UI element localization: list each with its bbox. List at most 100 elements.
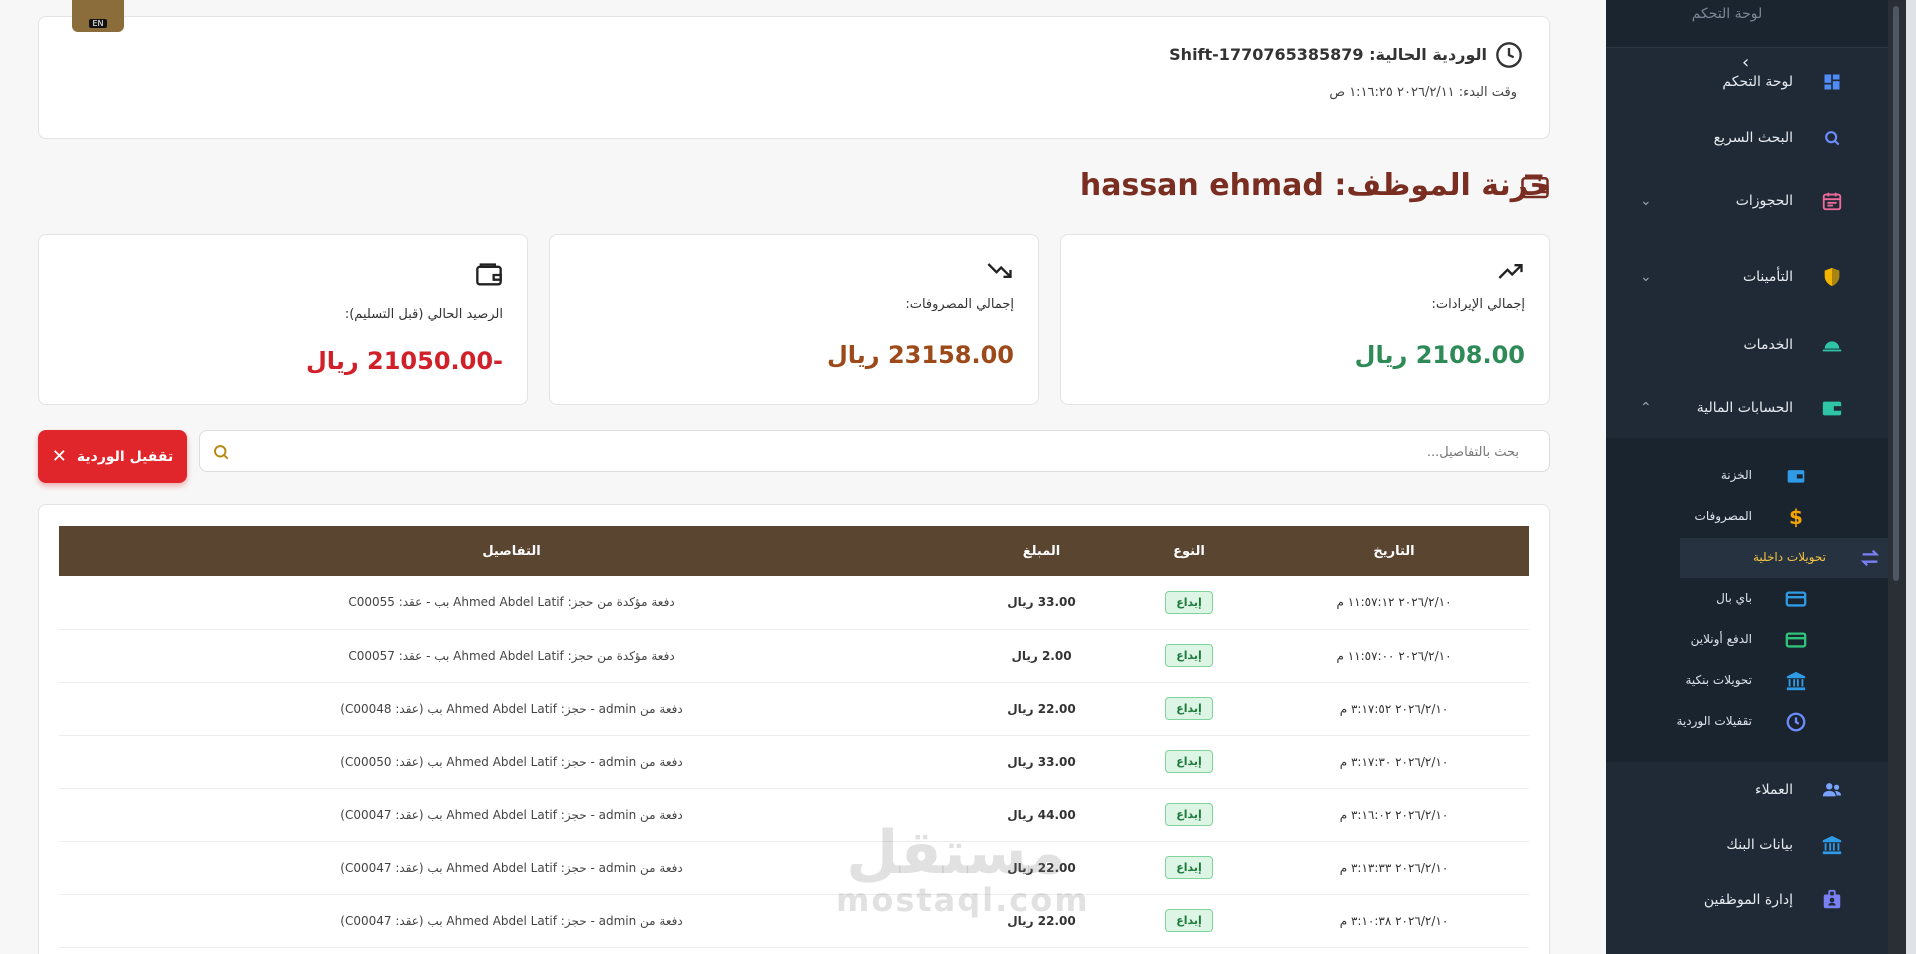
submenu-item-shift-closings[interactable]: تقفيلات الوردية: [1606, 702, 1888, 742]
users-icon: [1820, 778, 1844, 802]
row-details: دفعة مؤكدة من حجز: Ahmed Abdel Latif بب …: [59, 629, 964, 683]
column-header-type[interactable]: النوع: [1119, 526, 1259, 576]
transactions-card: التاريخ النوع المبلغ التفاصيل ٢٠٢٦/٢/١٠ …: [38, 504, 1550, 954]
sidebar-item-employee-management[interactable]: إدارة الموظفين: [1606, 878, 1888, 922]
close-icon: ✕: [51, 446, 67, 467]
row-details: دفعة مؤكدة من حجز: Ahmed Abdel Latif بب …: [59, 576, 964, 630]
table-row[interactable]: ٢٠٢٦/٢/١٠ ١١:٥٧:٠٠ م إيداع 2.00 ريال دفعة م…: [59, 629, 1529, 683]
sidebar-item-label: الحسابات المالية: [1696, 400, 1793, 416]
sidebar-item-customers[interactable]: العملاء: [1606, 768, 1888, 812]
submenu-item-internal-transfers[interactable]: تحويلات داخلية: [1680, 538, 1888, 578]
type-badge: إيداع: [1165, 697, 1213, 720]
sidebar-header-label: لوحة التحكم: [1606, 0, 1888, 48]
sidebar-item-dashboard[interactable]: لوحة التحكم: [1606, 60, 1888, 104]
sidebar-item-label: التأمينات: [1742, 269, 1793, 285]
submenu-item-expenses[interactable]: المصروفات $: [1606, 497, 1888, 537]
row-date: ٢٠٢٦/٢/١٠ ٣:١٦:٠٢ م: [1259, 788, 1529, 842]
bank-icon: [1820, 833, 1844, 857]
sidebar-item-quick-search[interactable]: البحث السريع: [1606, 116, 1888, 160]
sidebar-item-label: إدارة الموظفين: [1703, 892, 1793, 908]
submenu-item-bank-transfers[interactable]: تحويلات بنكية: [1606, 661, 1888, 701]
sidebar-item-financial-accounts[interactable]: الحسابات المالية ⌃: [1606, 386, 1888, 430]
row-date: ٢٠٢٦/٢/١٠ ١١:٥٧:١٢ م: [1259, 576, 1529, 630]
shift-start-time: وقت البدء: ٢٠٢٦/٢/١١ ١:١٦:٢٥ ص: [1329, 85, 1517, 100]
type-badge: إيداع: [1165, 803, 1213, 826]
language-label: EN: [89, 19, 107, 28]
sidebar-item-services[interactable]: الخدمات: [1606, 323, 1888, 367]
row-date: ٢٠٢٦/٢/١٠ ٣:١٣:٣٣ م: [1259, 841, 1529, 895]
sidebar-item-bank-data[interactable]: بيانات البنك: [1606, 823, 1888, 867]
page-title: خزنة الموظف: hassan ehmad: [1079, 168, 1551, 203]
row-date: ٢٠٢٦/٢/١٠ ٣:١٧:٣٠ م: [1259, 735, 1529, 789]
search-icon: [1820, 126, 1844, 150]
submenu-item-label: تحويلات داخلية: [1752, 550, 1826, 564]
table-row[interactable]: ٢٠٢٦/٢/١٠ ٣:١٠:٣٨ م إيداع 22.00 ريال دفعة م…: [59, 894, 1529, 948]
column-header-date[interactable]: التاريخ: [1259, 526, 1529, 576]
calendar-icon: [1820, 189, 1844, 213]
trending-up-icon: [1498, 264, 1523, 279]
table-row[interactable]: ٢٠٢٦/٢/١٠ ٣:١٧:٣٠ م إيداع 33.00 ريال دفعة م…: [59, 735, 1529, 789]
table-row[interactable]: ٢٠٢٦/٢/١٠ ١١:٥٧:١٢ م إيداع 33.00 ريال دفعة …: [59, 576, 1529, 630]
type-badge: إيداع: [1165, 644, 1213, 667]
submenu-item-online-payment[interactable]: الدفع أونلاين: [1606, 620, 1888, 660]
language-switch-button[interactable]: EN: [72, 0, 124, 32]
submenu-item-label: تحويلات بنكية: [1685, 673, 1752, 687]
submenu-item-label: تقفيلات الوردية: [1676, 714, 1752, 728]
close-shift-button[interactable]: تقفيل الوردية ✕: [38, 430, 187, 483]
transfer-arrows-icon: [1858, 546, 1882, 570]
row-details: دفعة من admin - حجز: Ahmed Abdel Latif ب…: [59, 788, 964, 842]
search-box: [199, 430, 1550, 472]
page: الوردية الحالية: Shift-1770765385879 وقت…: [0, 0, 1916, 954]
table-row[interactable]: ٢٠٢٦/٢/١٠ ٣:١٦:٠٢ م إيداع 44.00 ريال دفعة م…: [59, 788, 1529, 842]
search-icon: [214, 445, 229, 460]
chevron-up-icon[interactable]: ⌃: [1640, 400, 1652, 416]
balance-card: الرصيد الحالي (قبل التسليم): -21050.00 ر…: [38, 234, 528, 405]
submenu-item-paypal[interactable]: باي بال: [1606, 579, 1888, 619]
sidebar-item-insurance[interactable]: التأمينات ⌄: [1606, 255, 1888, 299]
row-amount: 44.00 ريال: [964, 788, 1119, 842]
row-amount: 2.00 ريال: [964, 629, 1119, 683]
chevron-down-icon[interactable]: ⌄: [1640, 269, 1652, 285]
expenses-label: إجمالي المصروفات:: [905, 297, 1014, 312]
submenu-item-treasury[interactable]: الخزنة: [1606, 456, 1888, 496]
sidebar-item-label: لوحة التحكم: [1722, 74, 1793, 90]
column-header-amount[interactable]: المبلغ: [964, 526, 1119, 576]
column-header-details[interactable]: التفاصيل: [59, 526, 964, 576]
sidebar-item-bookings[interactable]: الحجوزات ⌄: [1606, 179, 1888, 223]
row-amount: 33.00 ريال: [964, 735, 1119, 789]
dollar-icon: $: [1789, 505, 1803, 529]
revenue-value: 2108.00 ريال: [1354, 341, 1525, 369]
bank-icon: [1784, 669, 1808, 693]
trending-down-icon: [987, 263, 1012, 278]
row-amount: 22.00 ريال: [964, 894, 1119, 948]
transactions-table: التاريخ النوع المبلغ التفاصيل ٢٠٢٦/٢/١٠ …: [59, 526, 1529, 948]
scrollbar-thumb[interactable]: [1893, 6, 1899, 581]
row-date: ٢٠٢٦/٢/١٠ ١١:٥٧:٠٠ م: [1259, 629, 1529, 683]
chevron-down-icon[interactable]: ⌄: [1640, 193, 1652, 209]
search-input[interactable]: [259, 440, 1519, 464]
row-date: ٢٠٢٦/٢/١٠ ٣:١٧:٥٢ م: [1259, 682, 1529, 736]
sidebar-item-label: الخدمات: [1743, 337, 1794, 353]
row-details: دفعة من admin - حجز: Ahmed Abdel Latif ب…: [59, 841, 964, 895]
balance-label: الرصيد الحالي (قبل التسليم):: [344, 307, 503, 322]
sidebar: لوحة التحكم › لوحة التحكم البحث السريع ا…: [1606, 0, 1888, 954]
clock-icon: [1496, 42, 1522, 68]
wallet-icon: [476, 263, 502, 286]
expenses-card: إجمالي المصروفات: 23158.00 ريال: [549, 234, 1039, 405]
table-header-row: التاريخ النوع المبلغ التفاصيل: [59, 526, 1529, 576]
table-row[interactable]: ٢٠٢٦/٢/١٠ ٣:١٣:٣٣ م إيداع 22.00 ريال دفعة م…: [59, 841, 1529, 895]
credit-card-icon: [1784, 628, 1808, 652]
row-details: دفعة من admin - حجز: Ahmed Abdel Latif ب…: [59, 735, 964, 789]
financial-submenu: الخزنة المصروفات $ تحويلات داخلية باي با…: [1606, 438, 1888, 762]
type-badge: إيداع: [1165, 856, 1213, 879]
table-row[interactable]: ٢٠٢٦/٢/١٠ ٣:١٧:٥٢ م إيداع 22.00 ريال دفعة م…: [59, 682, 1529, 736]
submenu-item-label: المصروفات: [1694, 509, 1752, 523]
shield-icon: [1820, 265, 1844, 289]
row-amount: 22.00 ريال: [964, 682, 1119, 736]
shift-title: الوردية الحالية: Shift-1770765385879: [1169, 45, 1487, 64]
wallet-icon: [1820, 396, 1844, 420]
wallet-icon: [1784, 464, 1808, 488]
id-badge-icon: [1820, 888, 1844, 912]
row-details: دفعة من admin - حجز: Ahmed Abdel Latif ب…: [59, 682, 964, 736]
card-icon: [1784, 587, 1808, 611]
